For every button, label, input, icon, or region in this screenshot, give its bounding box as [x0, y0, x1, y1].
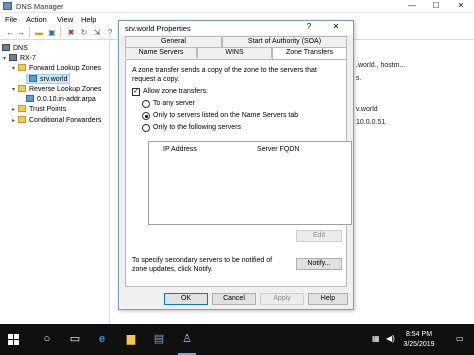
- clock-time: 8:54 PM: [405, 331, 433, 338]
- folder-icon: [18, 64, 26, 71]
- start-icon[interactable]: [8, 334, 20, 345]
- zone-icon: [26, 95, 34, 102]
- taskbar: ○ ▭ e ▆ ▤ ♙ ▦ ◀) 8:54 PM 3/25/2019 ▭: [0, 324, 474, 355]
- edit-button[interactable]: Edit: [296, 230, 342, 242]
- menu-file[interactable]: File: [5, 15, 17, 24]
- minimize-button[interactable]: —: [400, 0, 424, 13]
- notify-description: To specify secondary servers to be notif…: [132, 257, 273, 273]
- export-icon[interactable]: ⇲: [92, 28, 102, 37]
- toolbar-separator: [60, 27, 61, 38]
- tab-zone-transfers[interactable]: Zone Transfers: [272, 47, 347, 59]
- volume-icon[interactable]: ◀): [386, 334, 395, 343]
- properties-dialog: srv.world Properties ? ✕ General Start o…: [118, 20, 354, 310]
- forward-icon[interactable]: →: [16, 28, 26, 37]
- menu-action[interactable]: Action: [26, 15, 47, 24]
- radio-name-servers-tab[interactable]: [142, 112, 150, 120]
- folder-icon: [18, 116, 26, 123]
- folder-icon: [18, 105, 26, 112]
- record-value: s.: [356, 75, 362, 82]
- help-icon[interactable]: ?: [105, 28, 115, 37]
- tree-item-trust-points[interactable]: ▸ Trust Points: [12, 105, 66, 115]
- maximize-button[interactable]: ☐: [424, 0, 448, 13]
- record-value: v.world: [356, 106, 378, 113]
- file-explorer-icon[interactable]: ▆: [124, 332, 138, 346]
- allow-zone-transfers-checkbox[interactable]: ✓: [132, 88, 140, 96]
- tab-wins[interactable]: WINS: [197, 47, 272, 58]
- notify-button[interactable]: Notify...: [296, 258, 342, 270]
- edge-icon[interactable]: e: [95, 332, 109, 346]
- dialog-title: srv.world Properties: [125, 24, 191, 33]
- tree-item-reverse-zone[interactable]: 0.0.10.in-addr.arpa: [26, 95, 96, 105]
- tree-item-dns[interactable]: DNS: [2, 44, 28, 54]
- notification-icon[interactable]: ▭: [456, 334, 464, 343]
- dns-manager-icon: [3, 2, 12, 10]
- cancel-button[interactable]: Cancel: [212, 293, 256, 305]
- radio-any-server[interactable]: [142, 100, 150, 108]
- radio-following-servers[interactable]: [142, 124, 150, 132]
- tree-item-reverse-zones[interactable]: ▾ Reverse Lookup Zones: [12, 85, 101, 95]
- dialog-help-button[interactable]: ?: [299, 22, 319, 34]
- column-ip-address[interactable]: IP Address: [163, 146, 197, 153]
- ok-button[interactable]: OK: [164, 293, 208, 305]
- radio-selected-dot: [144, 114, 148, 118]
- delete-icon[interactable]: ✖: [66, 28, 76, 37]
- tab-general[interactable]: General: [125, 36, 222, 47]
- record-value: .world., hostm...: [356, 62, 406, 69]
- radio-name-servers-tab-label: Only to servers listed on the Name Serve…: [153, 112, 299, 119]
- zone-icon: [29, 75, 37, 82]
- tree-item-forward-zones[interactable]: ▾ Forward Lookup Zones: [12, 64, 101, 74]
- zone-transfers-panel: A zone transfer sends a copy of the zone…: [125, 59, 352, 287]
- search-icon[interactable]: ○: [40, 332, 54, 346]
- radio-following-servers-label: Only to the following servers: [153, 124, 241, 131]
- menu-view[interactable]: View: [57, 15, 73, 24]
- allow-zone-transfers-label: Allow zone transfers:: [143, 88, 208, 95]
- folder-icon: [18, 85, 26, 92]
- tab-soa[interactable]: Start of Authority (SOA): [222, 36, 347, 47]
- help-button[interactable]: Help: [308, 293, 348, 305]
- properties-icon[interactable]: ▣: [47, 28, 57, 37]
- server-manager-icon[interactable]: ▤: [152, 332, 166, 346]
- title-bar: DNS Manager — ☐ ✕: [0, 0, 474, 13]
- back-icon[interactable]: ←: [5, 28, 15, 37]
- network-icon[interactable]: ▦: [372, 334, 380, 343]
- close-button[interactable]: ✕: [449, 0, 473, 13]
- task-view-icon[interactable]: ▭: [68, 332, 82, 346]
- folder-icon[interactable]: ▬: [34, 28, 44, 37]
- dns-icon: [2, 44, 10, 51]
- servers-list[interactable]: IP Address Server FQDN: [148, 141, 352, 225]
- clock-date: 3/25/2019: [403, 341, 435, 348]
- console-tree: DNS ▾ RX-7 ▾ Forward Lookup Zones srv.worl…: [0, 41, 110, 324]
- menu-help[interactable]: Help: [81, 15, 96, 24]
- record-value: 10.0.0.51: [356, 119, 386, 126]
- tree-item-srv-world[interactable]: srv.world: [26, 74, 71, 84]
- tree-item-conditional-forwarders[interactable]: ▸ Conditional Forwarders: [12, 116, 101, 126]
- dialog-title-bar: srv.world Properties ? ✕: [119, 21, 353, 35]
- tree-item-server[interactable]: ▾ RX-7: [3, 54, 36, 64]
- apply-button[interactable]: Apply: [260, 293, 304, 305]
- radio-any-server-label: To any server: [153, 100, 196, 107]
- zone-transfer-description: A zone transfer sends a copy of the zone…: [132, 67, 317, 83]
- refresh-icon[interactable]: ↻: [79, 28, 89, 37]
- tab-name-servers[interactable]: Name Servers: [125, 47, 197, 58]
- taskbar-clock[interactable]: 8:54 PM 3/25/2019: [402, 330, 436, 350]
- dialog-close-button[interactable]: ✕: [323, 22, 349, 34]
- dns-manager-taskbar-icon[interactable]: ♙: [180, 332, 194, 346]
- window-title: DNS Manager: [16, 2, 64, 11]
- toolbar-separator: [29, 27, 30, 38]
- column-server-fqdn[interactable]: Server FQDN: [257, 146, 299, 153]
- server-icon: [9, 54, 17, 61]
